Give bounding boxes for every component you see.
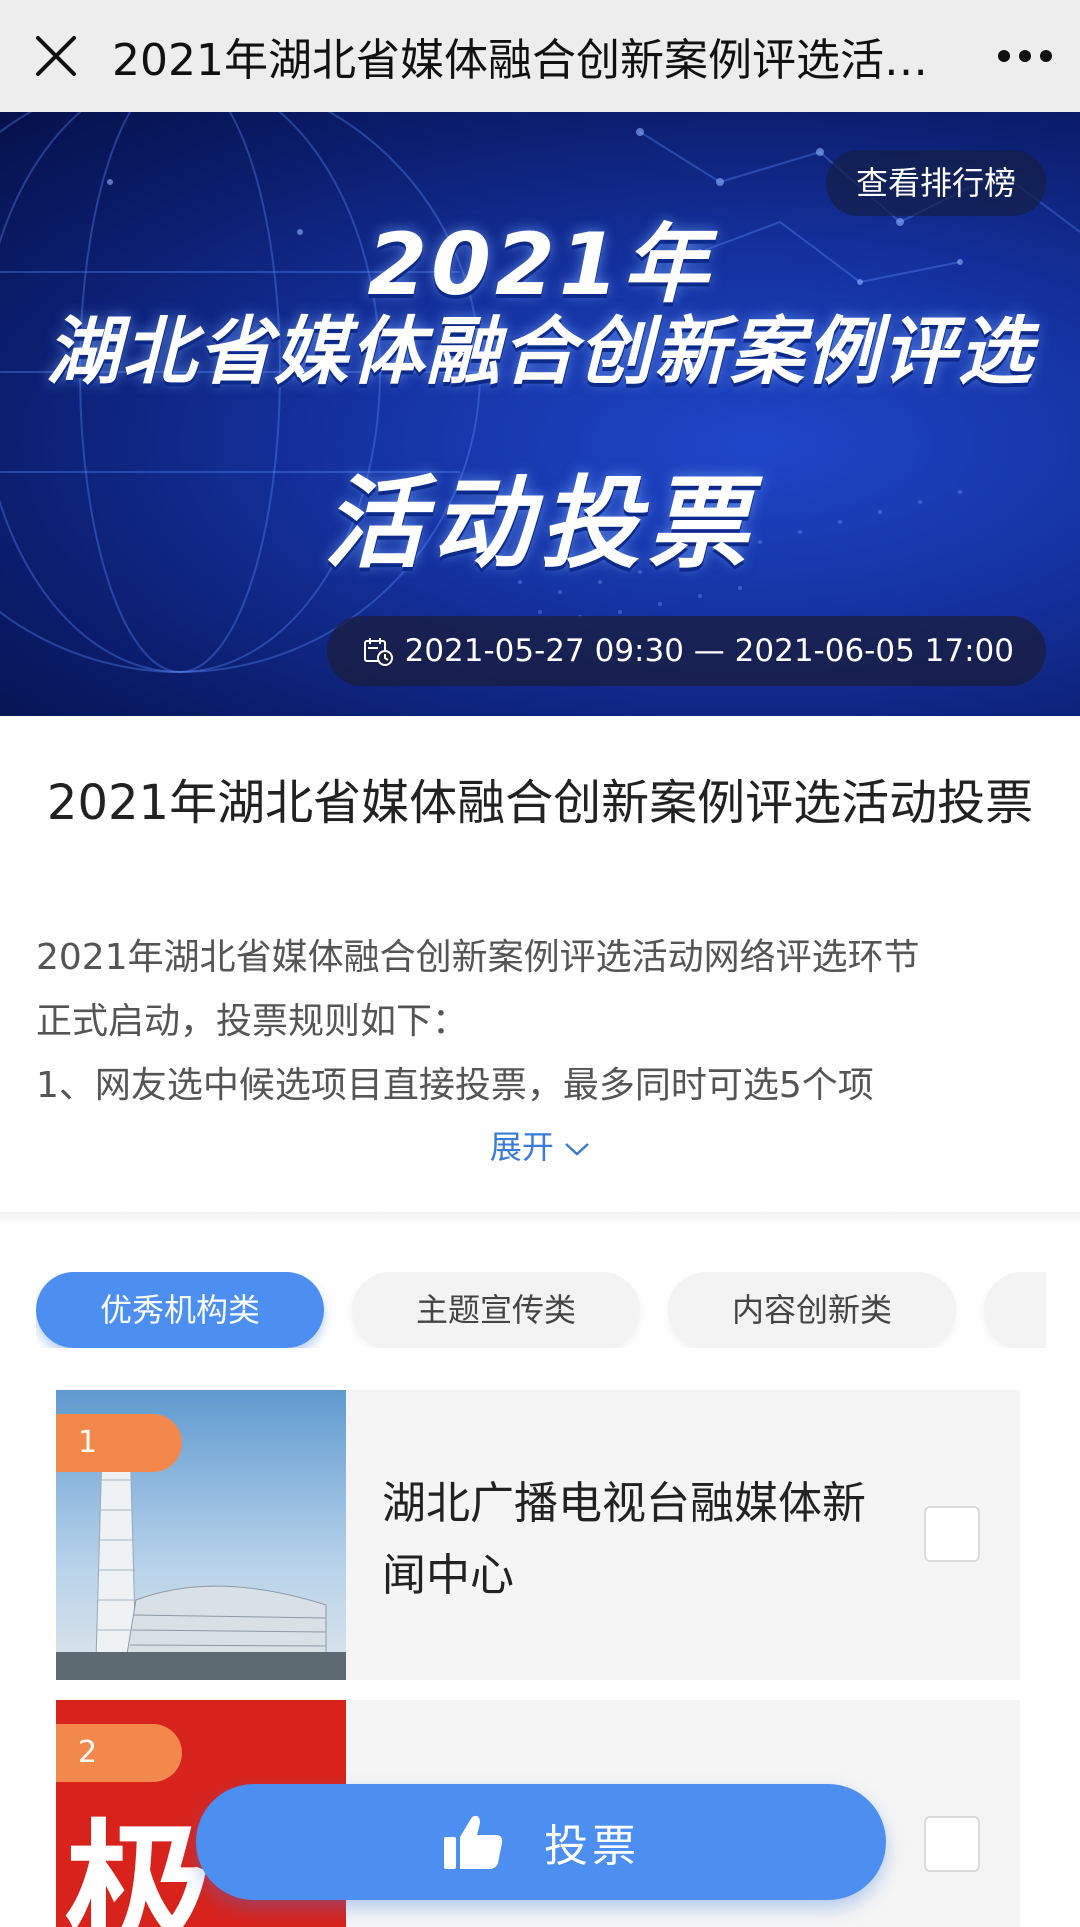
expand-description-link[interactable]: 展开 xyxy=(0,1122,1080,1168)
candidate-card[interactable]: 1 湖北广播电视台融媒体新闻中心 xyxy=(56,1390,1020,1680)
vote-label: 投票 xyxy=(544,1821,640,1872)
close-icon xyxy=(36,36,76,76)
thumbs-up-icon xyxy=(442,1813,504,1871)
section-divider xyxy=(0,1212,1080,1226)
description-line: 1、网友选中候选项目直接投票，最多同时可选5个项 xyxy=(36,1065,874,1106)
more-dots-icon xyxy=(998,50,1052,62)
tab-theme-promotion[interactable]: 主题宣传类 xyxy=(352,1272,640,1348)
more-menu-button[interactable] xyxy=(970,0,1080,112)
tab-content-innovation[interactable]: 内容创新类 xyxy=(668,1272,956,1348)
vote-button[interactable]: 投票 xyxy=(196,1784,886,1900)
page-title: 2021年湖北省媒体融合创新案例评选活… xyxy=(112,35,928,86)
description-line: 2021年湖北省媒体融合创新案例评选活动网络评选环节 xyxy=(36,937,920,978)
event-title: 2021年湖北省媒体融合创新案例评选活动投票 xyxy=(46,775,1034,831)
tab-more[interactable] xyxy=(984,1272,1046,1348)
close-button[interactable] xyxy=(0,0,112,112)
candidate-name: 湖北广播电视台融媒体新闻中心 xyxy=(382,1478,866,1601)
candidate-checkbox[interactable] xyxy=(924,1816,980,1872)
date-range-text: 2021-05-27 09:30 — 2021-06-05 17:00 xyxy=(404,633,1014,669)
banner-headline-line2: 活动投票 xyxy=(324,465,756,582)
category-tabs: 优秀机构类 主题宣传类 内容创新类 xyxy=(36,1272,1046,1348)
candidate-checkbox[interactable] xyxy=(924,1506,980,1562)
rank-badge: 2 xyxy=(56,1724,182,1782)
candidate-thumbnail: 1 xyxy=(56,1390,346,1680)
description-line: 正式启动，投票规则如下： xyxy=(36,1001,469,1042)
top-navigation-bar: 2021年湖北省媒体融合创新案例评选活… xyxy=(0,0,1080,112)
event-banner: 查看排行榜 2021年 湖北省媒体融合创新案例评选 活动投票 2021-05-2… xyxy=(0,112,1080,716)
banner-headline-line1: 湖北省媒体融合创新案例评选 xyxy=(46,309,1034,395)
tab-excellent-institutions[interactable]: 优秀机构类 xyxy=(36,1272,324,1348)
calendar-clock-icon xyxy=(363,636,393,666)
vote-page: 2021年湖北省媒体融合创新案例评选活… 查看排行榜 2021年 湖北省媒体融合… xyxy=(0,0,1080,1927)
logo-glyph: 极 xyxy=(64,1805,215,1927)
expand-label: 展开 xyxy=(489,1128,554,1166)
event-description: 2021年湖北省媒体融合创新案例评选活动网络评选环节 正式启动，投票规则如下： … xyxy=(36,926,1046,1118)
rank-badge: 1 xyxy=(56,1414,182,1472)
chevron-down-icon xyxy=(565,1143,589,1156)
event-date-range: 2021-05-27 09:30 — 2021-06-05 17:00 xyxy=(326,616,1046,686)
